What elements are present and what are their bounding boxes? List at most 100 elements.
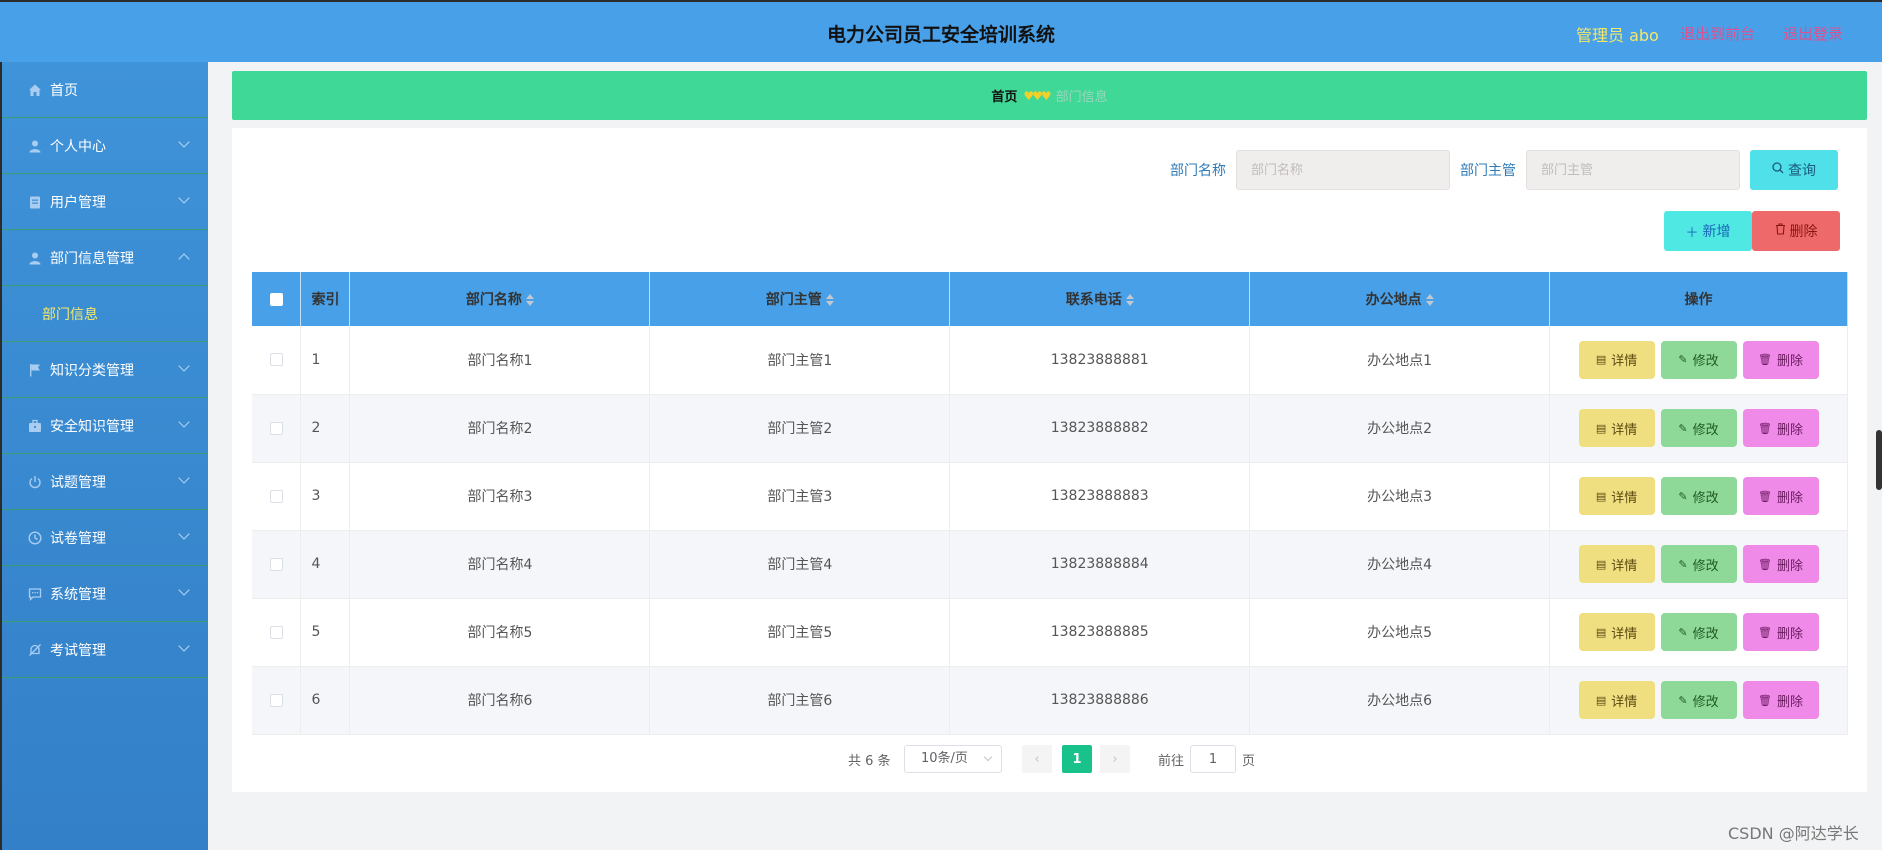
row-checkbox[interactable]: [269, 625, 283, 639]
row-index: 3: [300, 462, 351, 531]
logout-link[interactable]: 退出登录: [1783, 23, 1843, 44]
sidebar-item-knowledge-category[interactable]: 知识分类管理: [2, 342, 208, 398]
detail-button[interactable]: ▤ 详情: [1578, 681, 1655, 719]
select-all-header[interactable]: [252, 272, 302, 326]
sort-icon[interactable]: [1125, 294, 1134, 306]
edit-button[interactable]: ✎ 修改: [1660, 477, 1737, 515]
cell-actions: ▤ 详情 ✎ 修改 🗑 删除: [1549, 394, 1848, 463]
sidebar-item-label: 试卷管理: [50, 530, 106, 547]
select-all-checkbox[interactable]: [269, 292, 283, 306]
detail-button[interactable]: ▤ 详情: [1578, 545, 1655, 583]
delete-button-label: 删除: [1777, 694, 1804, 710]
user-icon: [28, 139, 42, 153]
column-header-dept-head[interactable]: 部门主管: [649, 272, 951, 326]
column-header-label: 联系电话: [1065, 292, 1122, 308]
delete-button[interactable]: 🗑 删除: [1742, 340, 1819, 379]
edit-button-label: 修改: [1692, 422, 1719, 438]
row-checkbox[interactable]: [269, 489, 283, 503]
row-checkbox[interactable]: [269, 557, 283, 571]
sidebar-item-system-management[interactable]: 系统管理: [2, 566, 208, 622]
row-checkbox[interactable]: [269, 421, 283, 435]
delete-button[interactable]: 🗑 删除: [1742, 477, 1819, 515]
sidebar-item-personal-center[interactable]: 个人中心: [2, 118, 208, 174]
prev-page-button[interactable]: ‹: [1022, 745, 1052, 773]
row-checkbox[interactable]: [269, 693, 283, 707]
row-select-cell[interactable]: [252, 394, 302, 463]
pencil-icon: ✎: [1678, 489, 1688, 503]
cell-dept-name: 部门名称4: [349, 530, 651, 599]
edit-button[interactable]: ✎ 修改: [1660, 340, 1737, 379]
delete-button[interactable]: 🗑 删除: [1742, 409, 1819, 447]
cell-phone: 13823888882: [949, 394, 1251, 463]
detail-button[interactable]: ▤ 详情: [1578, 409, 1655, 447]
cell-location: 办公地点3: [1249, 462, 1551, 531]
scrollbar-thumb[interactable]: [1876, 430, 1882, 490]
row-select-cell[interactable]: [252, 598, 302, 667]
add-button[interactable]: ＋ 新增: [1664, 211, 1752, 251]
column-header-phone[interactable]: 联系电话: [949, 272, 1251, 326]
plus-icon: ＋: [1685, 225, 1699, 241]
batch-delete-button[interactable]: 删除: [1752, 211, 1840, 251]
search-icon: [1772, 162, 1784, 178]
sidebar-item-label: 首页: [50, 82, 78, 99]
sidebar-item-safety-knowledge[interactable]: 安全知识管理: [2, 398, 208, 454]
top-header: 电力公司员工安全培训系统 管理员 abo 退出到前台 退出登录: [0, 0, 1882, 62]
cell-actions: ▤ 详情 ✎ 修改 🗑 删除: [1549, 326, 1848, 395]
edit-button[interactable]: ✎ 修改: [1660, 681, 1737, 719]
page-size-select[interactable]: 10条/页: [904, 745, 1002, 773]
sidebar-item-label: 知识分类管理: [50, 362, 134, 379]
breadcrumb: 首页 ♥♥♥ 部门信息: [232, 71, 1867, 120]
page-number-current[interactable]: 1: [1062, 745, 1092, 773]
cell-location: 办公地点1: [1249, 326, 1551, 395]
current-user: 管理员 abo: [1576, 26, 1659, 45]
dept-name-input[interactable]: [1236, 150, 1450, 190]
sidebar-item-user-management[interactable]: 用户管理: [2, 174, 208, 230]
sidebar-item-label: 个人中心: [50, 138, 106, 155]
sidebar-item-exam-management[interactable]: 考试管理: [2, 622, 208, 678]
back-to-frontend-link[interactable]: 退出到前台: [1680, 23, 1755, 44]
goto-page-input[interactable]: [1190, 745, 1236, 773]
sidebar-subitem-department-info[interactable]: 部门信息: [2, 286, 208, 342]
sidebar-item-question-management[interactable]: 试题管理: [2, 454, 208, 510]
sidebar-item-home[interactable]: 首页: [2, 62, 208, 118]
detail-button[interactable]: ▤ 详情: [1578, 613, 1655, 651]
breadcrumb-home[interactable]: 首页: [991, 86, 1017, 105]
pencil-icon: ✎: [1678, 353, 1688, 367]
sidebar-item-paper-management[interactable]: 试卷管理: [2, 510, 208, 566]
detail-button[interactable]: ▤ 详情: [1578, 477, 1655, 515]
detail-button[interactable]: ▤ 详情: [1578, 340, 1655, 379]
chevron-down-icon: [178, 472, 190, 484]
sidebar-item-department-management[interactable]: 部门信息管理: [2, 230, 208, 286]
row-checkbox[interactable]: [269, 353, 283, 367]
pencil-icon: ✎: [1678, 421, 1688, 435]
delete-button[interactable]: 🗑 删除: [1742, 681, 1819, 719]
sort-icon[interactable]: [1425, 294, 1434, 306]
edit-button[interactable]: ✎ 修改: [1660, 613, 1737, 651]
power-icon: [28, 475, 42, 489]
column-header-dept-name[interactable]: 部门名称: [349, 272, 651, 326]
sidebar-item-label: 安全知识管理: [50, 418, 134, 435]
row-select-cell[interactable]: [252, 462, 302, 531]
edit-button[interactable]: ✎ 修改: [1660, 409, 1737, 447]
delete-button[interactable]: 🗑 删除: [1742, 613, 1819, 651]
chevron-up-icon: [178, 253, 190, 265]
edit-button-label: 修改: [1692, 558, 1719, 574]
delete-button-label: 删除: [1777, 490, 1804, 506]
sidebar-item-label: 系统管理: [50, 586, 106, 603]
column-header-index: 索引: [300, 272, 351, 326]
sort-icon[interactable]: [825, 294, 834, 306]
cell-dept-name: 部门名称2: [349, 394, 651, 463]
table-row: 1 部门名称1 部门主管1 13823888881 办公地点1 ▤ 详情 ✎ 修改 🗑 删除: [252, 326, 1848, 395]
edit-button[interactable]: ✎ 修改: [1660, 545, 1737, 583]
next-page-button[interactable]: ›: [1100, 745, 1130, 773]
delete-button[interactable]: 🗑 删除: [1742, 545, 1819, 583]
row-select-cell[interactable]: [252, 326, 302, 395]
table-row: 3 部门名称3 部门主管3 13823888883 办公地点3 ▤ 详情 ✎ 修改 🗑 删除: [252, 462, 1848, 531]
row-select-cell[interactable]: [252, 666, 302, 735]
column-header-location[interactable]: 办公地点: [1249, 272, 1551, 326]
edit-button-label: 修改: [1692, 694, 1719, 710]
query-button[interactable]: 查询: [1750, 150, 1838, 190]
row-select-cell[interactable]: [252, 530, 302, 599]
sort-icon[interactable]: [525, 294, 534, 306]
dept-head-input[interactable]: [1526, 150, 1740, 190]
